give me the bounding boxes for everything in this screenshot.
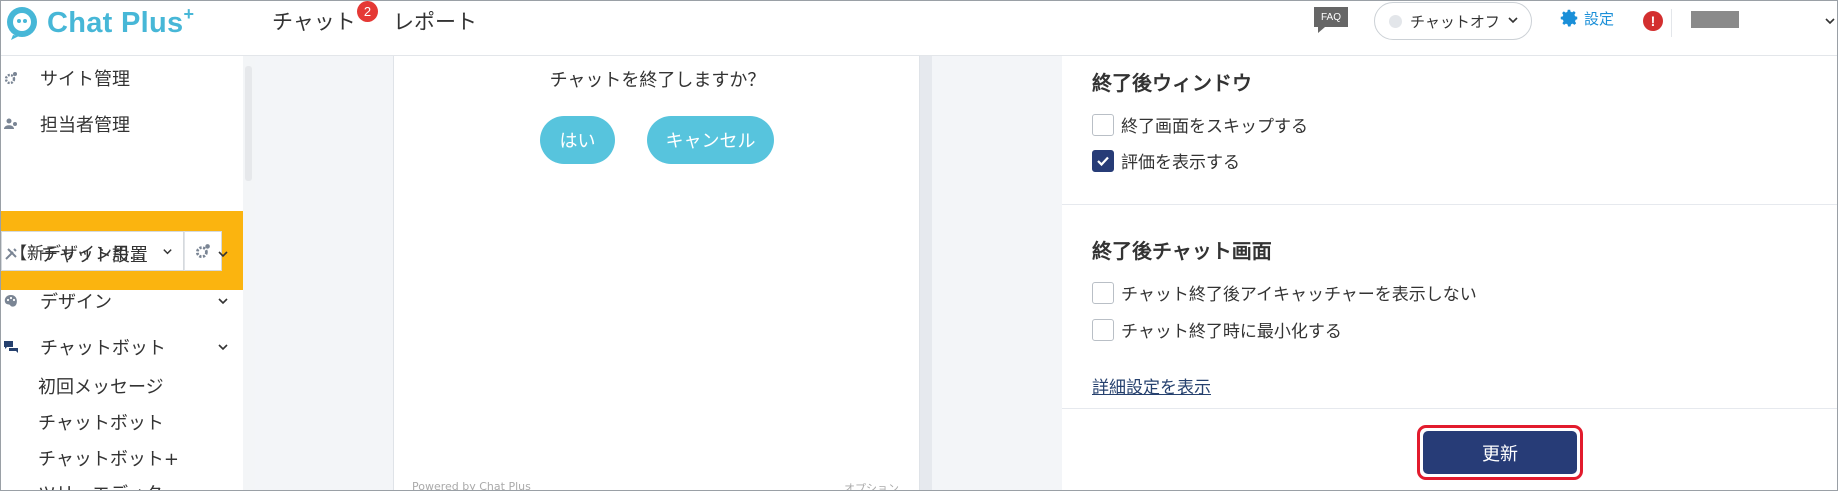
footer-divider [1062,408,1837,409]
sidebar-scrollbar[interactable] [243,56,255,490]
scrollbar-thumb[interactable] [245,66,252,181]
checkmark-icon [1097,156,1109,166]
sidebar-item-label: チャットボット [40,338,166,359]
top-header: Chat Plus+ チャット 2 レポート FAQ チャットオフ 設定 ! [1,1,1837,56]
chevron-down-icon [218,251,228,258]
sidebar: サイト管理 担当者管理 【新デザイン用… チャット設置 デザイン チャットボット… [1,56,243,490]
chevron-down-icon [1508,17,1518,24]
tools-icon [5,248,17,260]
option-label: 終了画面をスキップする [1121,117,1308,137]
gears-icon [4,72,17,85]
option-label: チャット終了時に最小化する [1121,322,1342,342]
sidebar-item-label: デザイン [40,292,112,313]
chevron-down-icon [218,344,228,351]
chat-plus-logo-icon [7,7,37,40]
sidebar-subitem-chatbot-plus[interactable]: チャットボット+ [38,445,179,471]
sidebar-item-chat-install[interactable]: チャット設置 [1,236,243,272]
section-title-after-end-window: 終了後ウィンドウ [1092,71,1252,95]
faq-icon[interactable]: FAQ [1313,6,1349,34]
end-chat-question: チャットを終了しますか？ [549,70,766,91]
nav-tab-chat[interactable]: チャット [272,6,356,36]
update-button[interactable]: 更新 [1423,431,1577,474]
option-hide-eyecatcher[interactable]: チャット終了後アイキャッチャーを表示しない [1092,280,1477,305]
chat-status-dropdown[interactable]: チャットオフ [1374,2,1532,40]
user-name-redacted[interactable] [1691,11,1739,28]
show-detail-settings-link[interactable]: 詳細設定を表示 [1092,373,1211,398]
header-divider [1671,9,1672,37]
option-link[interactable]: オプション [844,480,899,490]
sidebar-item-label: 担当者管理 [40,115,130,136]
cancel-button[interactable]: キャンセル [647,116,774,164]
option-skip-end-screen[interactable]: 終了画面をスキップする [1092,112,1308,137]
section-title-after-end-chat: 終了後チャット画面 [1092,239,1272,263]
sidebar-item-staff-management[interactable]: 担当者管理 [1,106,243,142]
chat-bubbles-icon [4,341,18,353]
chevron-down-icon [218,298,228,305]
settings-panel: 終了後ウィンドウ 終了画面をスキップする 評価を表示する 終了後チャット画面 チ… [1062,56,1837,490]
preview-scrollbar[interactable] [920,56,932,490]
update-button-highlight: 更新 [1417,425,1583,480]
yes-button[interactable]: はい [540,116,615,164]
checkbox[interactable] [1092,318,1114,341]
settings-label: 設定 [1584,9,1615,28]
palette-icon [4,295,17,307]
chat-window-preview: チャットを終了しますか？ はい キャンセル Powered by Chat Pl… [393,56,920,491]
sidebar-subitem-chatbot[interactable]: チャットボット [38,409,164,435]
option-label: 評価を表示する [1121,153,1240,173]
sidebar-subitem-first-message[interactable]: 初回メッセージ [38,373,164,399]
checkbox[interactable] [1092,281,1114,304]
sidebar-item-chatbot[interactable]: チャットボット [1,329,243,365]
checkbox-checked[interactable] [1092,149,1114,172]
option-label: チャット終了後アイキャッチャーを表示しない [1121,285,1477,305]
sidebar-subitem-tree-editor[interactable]: ツリーエディタ [38,480,163,490]
nav-tab-report[interactable]: レポート [393,6,477,36]
gear-icon [1560,9,1578,27]
settings-link[interactable]: 設定 [1558,7,1614,29]
option-minimize-on-end[interactable]: チャット終了時に最小化する [1092,317,1342,342]
sidebar-item-design[interactable]: デザイン [1,283,243,319]
chat-unread-badge: 2 [357,1,378,22]
powered-by-text: Powered by Chat Plus [412,480,531,491]
option-show-rating[interactable]: 評価を表示する [1092,148,1240,173]
checkbox[interactable] [1092,113,1114,136]
svg-text:FAQ: FAQ [1321,12,1341,23]
sidebar-item-label: サイト管理 [40,69,130,90]
sidebar-item-site-management[interactable]: サイト管理 [1,60,243,96]
section-divider [1062,204,1837,205]
status-dot-icon [1389,14,1402,28]
user-menu-chevron-icon[interactable] [1823,14,1837,28]
logo-text: Chat Plus+ [47,3,195,39]
users-icon [4,118,17,129]
alert-icon[interactable]: ! [1643,11,1663,31]
sidebar-item-label: チャット設置 [40,245,148,266]
app-window: Chat Plus+ チャット 2 レポート FAQ チャットオフ 設定 ! サ… [0,0,1838,491]
chat-status-label: チャットオフ [1410,12,1500,31]
logo[interactable]: Chat Plus+ [5,3,195,41]
